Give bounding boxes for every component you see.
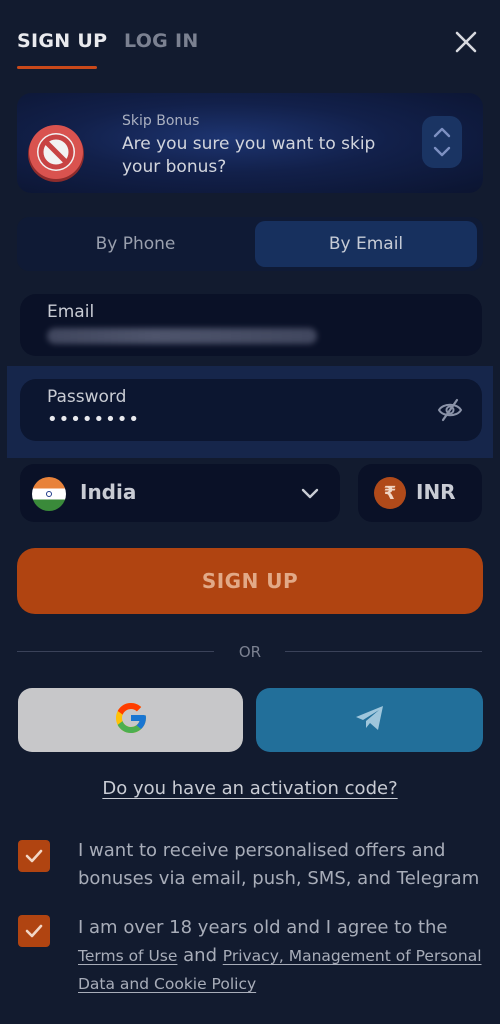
age-consent-prefix: I am over 18 years old and I agree to th… xyxy=(78,917,448,938)
google-signin-button[interactable] xyxy=(18,688,243,752)
checkmark-icon xyxy=(25,849,43,863)
tab-login[interactable]: LOG IN xyxy=(124,30,199,52)
signup-button[interactable]: SIGN UP xyxy=(17,548,483,614)
chevron-up-down-icon[interactable] xyxy=(422,116,462,168)
password-label: Password xyxy=(47,387,127,407)
password-value: •••••••• xyxy=(47,409,140,430)
registration-method-toggle: By Phone By Email xyxy=(17,217,483,271)
skip-bonus-label: Skip Bonus xyxy=(122,113,200,129)
and-word: and xyxy=(183,945,218,966)
divider-line xyxy=(285,651,482,652)
divider-line xyxy=(17,651,214,652)
google-logo-icon xyxy=(113,700,149,740)
eye-off-icon[interactable] xyxy=(436,396,464,424)
offers-consent-text: I want to receive personalised offers an… xyxy=(78,840,480,889)
terms-of-use-link[interactable]: Terms of Use xyxy=(78,947,177,965)
country-name: India xyxy=(80,480,137,504)
tab-signup[interactable]: SIGN UP xyxy=(17,30,107,52)
or-divider-label: OR xyxy=(238,643,262,661)
age-terms-consent-checkbox[interactable] xyxy=(18,915,50,947)
checkmark-icon xyxy=(25,924,43,938)
chevron-down-icon xyxy=(300,483,320,503)
india-flag-icon xyxy=(32,477,66,511)
email-value-redacted xyxy=(47,328,317,344)
email-label: Email xyxy=(47,302,95,322)
telegram-logo-icon xyxy=(352,700,388,740)
telegram-signin-button[interactable] xyxy=(256,688,483,752)
by-phone-option[interactable]: By Phone xyxy=(17,217,254,271)
currency-code: INR xyxy=(416,480,456,504)
offers-consent-checkbox[interactable] xyxy=(18,840,50,872)
close-icon[interactable] xyxy=(452,28,480,56)
email-field[interactable]: Email xyxy=(20,294,482,356)
rupee-icon: ₹ xyxy=(374,477,406,509)
active-tab-indicator xyxy=(17,66,97,69)
currency-select[interactable]: ₹ INR xyxy=(358,464,482,522)
country-select[interactable]: India xyxy=(20,464,340,522)
age-terms-consent-text: I am over 18 years old and I agree to th… xyxy=(78,914,498,998)
by-email-option[interactable]: By Email xyxy=(255,221,477,267)
password-field[interactable]: Password •••••••• xyxy=(20,379,482,441)
skip-bonus-banner: Skip Bonus Are you sure you want to skip… xyxy=(17,93,483,193)
activation-code-link[interactable]: Do you have an activation code? xyxy=(0,778,500,799)
no-entry-icon xyxy=(26,123,86,183)
skip-bonus-question: Are you sure you want to skip your bonus… xyxy=(122,134,376,177)
